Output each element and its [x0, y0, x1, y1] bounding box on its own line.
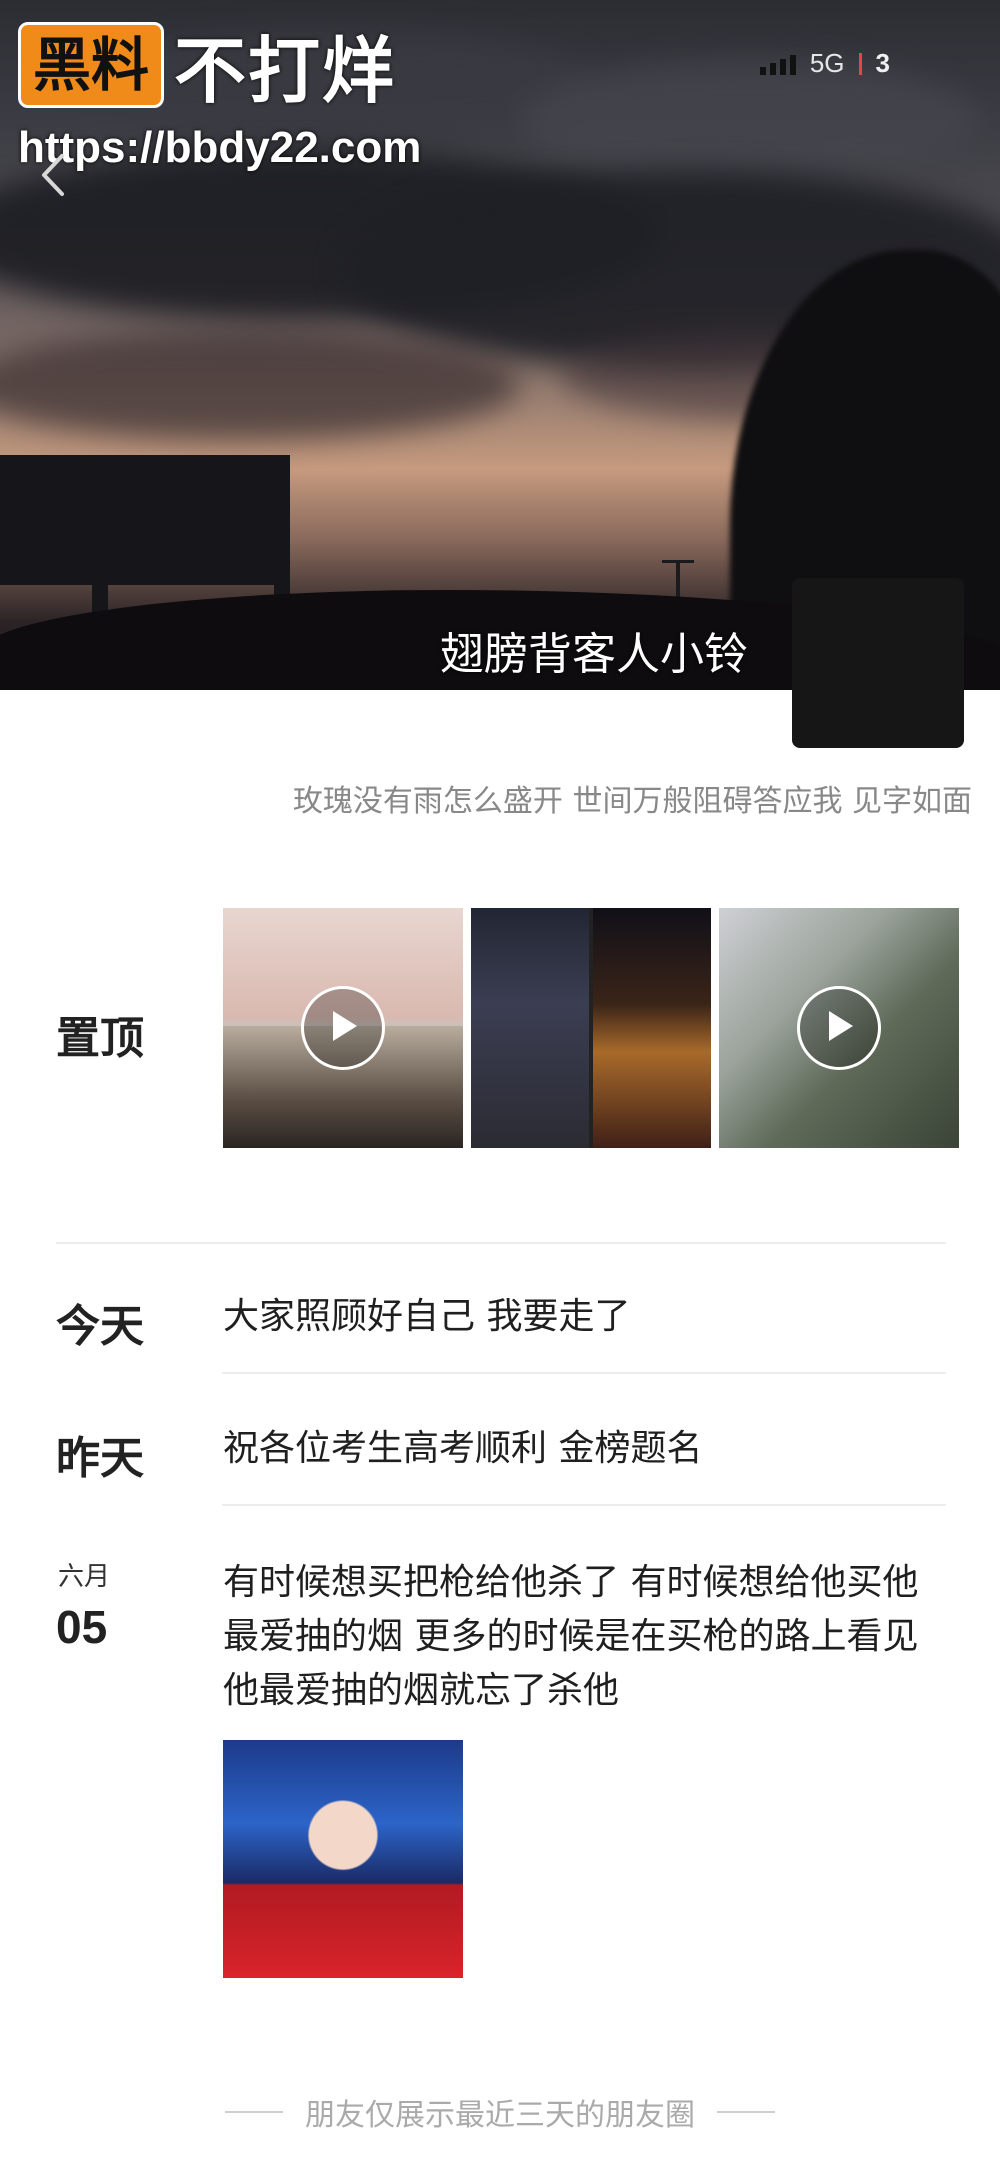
post-text-yesterday[interactable]: 祝各位考生高考顺利 金榜题名	[223, 1422, 963, 1476]
network-label: 5G	[809, 48, 845, 78]
play-icon	[301, 986, 385, 1070]
footer-text: 朋友仅展示最近三天的朋友圈	[305, 2098, 695, 2133]
post-date-yesterday: 昨天	[56, 1433, 144, 1484]
profile-signature: 玫瑰没有雨怎么盛开 世间万般阻碍答应我 见字如面	[292, 784, 972, 819]
pinned-video-family[interactable]	[223, 908, 463, 1148]
status-bar: 5G 3	[759, 48, 890, 79]
divider	[222, 1372, 946, 1374]
footer-note: 朋友仅展示最近三天的朋友圈	[0, 2090, 1000, 2134]
play-icon	[797, 986, 881, 1070]
status-separator	[858, 52, 862, 75]
post-text-today[interactable]: 大家照顾好自己 我要走了	[223, 1290, 963, 1344]
battery-level: 3	[875, 48, 890, 78]
back-button[interactable]	[38, 152, 68, 198]
divider	[222, 1504, 946, 1506]
signal-icon	[759, 53, 796, 75]
watermark-url: https://bbdy22.com	[18, 123, 422, 172]
back-arrow-icon	[42, 154, 64, 196]
footer-line-right	[717, 2111, 775, 2113]
post-date-day: 05	[56, 1601, 108, 1653]
footer-line-left	[225, 2111, 283, 2113]
post-photo[interactable]	[223, 1740, 463, 1978]
post-date-month: 六月	[58, 1562, 111, 1592]
watermark: 黑料 不打烊 https://bbdy22.com	[18, 12, 421, 173]
watermark-badge: 黑料	[18, 21, 165, 108]
pinned-label: 置顶	[56, 1013, 144, 1064]
post-date-today: 今天	[56, 1301, 144, 1352]
avatar[interactable]	[792, 578, 964, 748]
pinned-photo-night[interactable]	[471, 908, 711, 1148]
pinned-video-blur[interactable]	[719, 908, 959, 1148]
post-text-june05[interactable]: 有时候想买把枪给他杀了 有时候想给他买他最爱抽的烟 更多的时候是在买枪的路上看见…	[223, 1556, 943, 1718]
profile-username: 翅膀背客人小铃	[440, 629, 748, 680]
divider	[56, 1242, 946, 1244]
pinned-thumbnails	[223, 908, 959, 1148]
watermark-text: 不打烊	[174, 29, 397, 113]
